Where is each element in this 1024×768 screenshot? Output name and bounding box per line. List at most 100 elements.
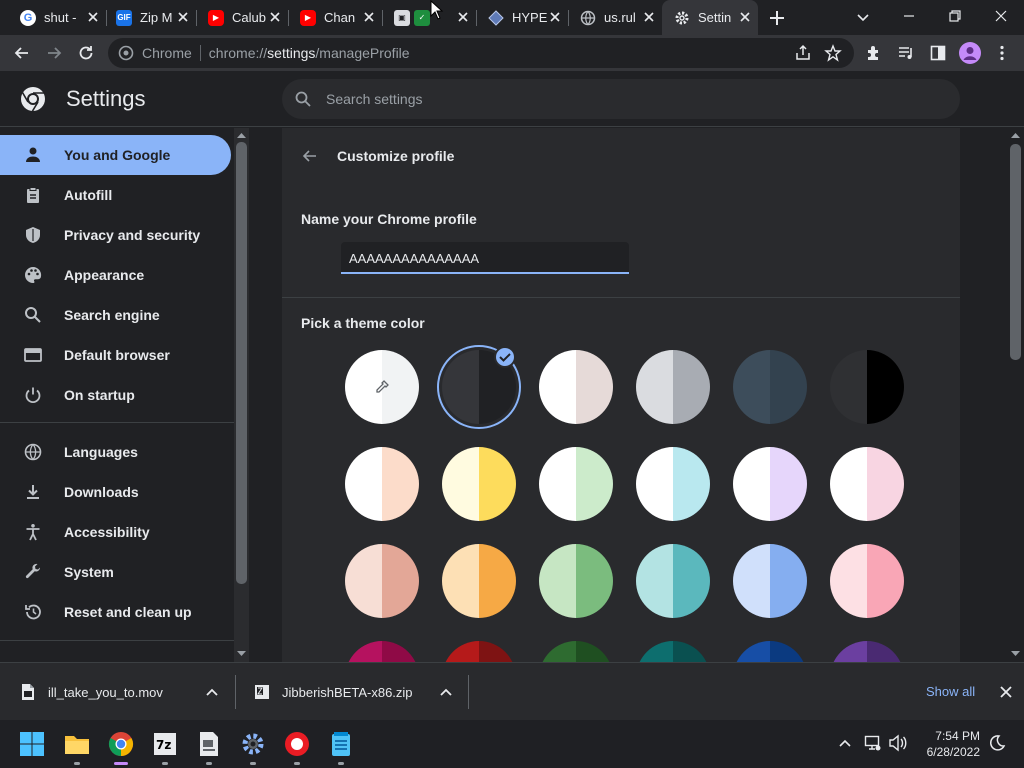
main-scrollbar[interactable] [1008,128,1024,662]
settings-app-button[interactable] [239,730,267,758]
youtube-icon: ▶ [300,9,316,26]
search-icon [295,91,311,107]
swatch-right-half [770,544,807,618]
theme-color-swatch[interactable] [345,544,419,618]
menu-button[interactable] [990,41,1014,65]
theme-color-swatch[interactable] [442,544,516,618]
sidebar-item-default-browser[interactable]: Default browser [0,335,231,375]
sidebar-item-you-and-google[interactable]: You and Google [0,135,231,175]
installer-button[interactable] [195,730,223,758]
page-title: Settings [66,86,146,111]
tab-settings[interactable]: Settin [662,0,758,35]
close-icon[interactable] [86,10,100,24]
sidebar-item-system[interactable]: System [0,552,231,592]
sidebar-item-appearance[interactable]: Appearance [0,255,231,295]
sidebar-item-privacy[interactable]: Privacy and security [0,215,231,255]
custom-color-swatch[interactable] [345,350,419,424]
theme-color-swatch[interactable] [442,447,516,521]
theme-color-swatch[interactable] [830,350,904,424]
sidebar-item-on-startup[interactable]: On startup [0,375,231,415]
theme-color-swatch[interactable] [539,641,613,662]
close-icon[interactable] [548,10,562,24]
theme-color-swatch[interactable] [636,641,710,662]
tab-youtube-calub[interactable]: ▶ Calub [198,0,288,35]
chevron-up-icon[interactable] [439,686,453,698]
share-button[interactable] [794,44,812,65]
tab-google[interactable]: G shut - [10,0,106,35]
tab-youtube-chan[interactable]: ▶ Chan [290,0,382,35]
sidebar-scrollbar[interactable] [234,128,249,662]
theme-color-swatch[interactable] [539,447,613,521]
7zip-button[interactable]: 7z [151,730,179,758]
new-tab-button[interactable] [766,7,788,29]
taskbar-indicator [74,762,80,765]
theme-color-swatch[interactable] [636,350,710,424]
sidebar-item-accessibility[interactable]: Accessibility [0,512,231,552]
sidebar-scroll-thumb[interactable] [236,142,247,584]
tab-hype[interactable]: HYPE [478,0,568,35]
forward-button[interactable] [42,41,66,65]
restore-button[interactable] [932,0,978,32]
close-icon[interactable] [176,10,190,24]
file-explorer-button[interactable] [63,730,91,758]
tab-zip[interactable]: GIF Zip M [108,0,196,35]
close-shelf-button[interactable] [998,684,1014,700]
profile-name-input[interactable]: AAAAAAAAAAAAAAA [341,242,629,274]
address-bar[interactable]: Chrome chrome://settings/manageProfile [108,38,854,68]
side-panel-button[interactable] [926,41,950,65]
reload-button[interactable] [74,41,98,65]
bookmark-button[interactable] [824,44,842,65]
notifications-button[interactable] [988,734,1006,757]
media-button[interactable] [894,41,918,65]
notepad-button[interactable] [327,730,355,758]
sidebar-item-reset[interactable]: Reset and clean up [0,592,231,632]
theme-color-swatch[interactable] [830,447,904,521]
close-icon[interactable] [738,10,752,24]
volume-button[interactable] [888,734,908,757]
clock[interactable]: 7:54 PM 6/28/2022 [916,728,980,760]
theme-color-swatch[interactable] [733,350,807,424]
profile-button[interactable] [958,41,982,65]
theme-color-swatch[interactable] [636,544,710,618]
main-scroll-thumb[interactable] [1010,144,1021,360]
theme-color-swatch[interactable] [442,641,516,662]
theme-color-swatch[interactable] [733,544,807,618]
back-arrow-button[interactable] [300,146,320,166]
theme-color-swatch[interactable] [830,544,904,618]
close-icon[interactable] [642,10,656,24]
theme-color-swatch[interactable] [636,447,710,521]
start-button[interactable] [18,730,46,758]
extensions-button[interactable] [862,41,886,65]
theme-color-swatch[interactable] [733,641,807,662]
tray-overflow-button[interactable] [837,735,853,756]
tab-usrul[interactable]: us.rul [570,0,662,35]
close-icon[interactable] [456,10,470,24]
search-settings-input[interactable]: Search settings [282,79,960,119]
sidebar-item-languages[interactable]: Languages [0,432,231,472]
minimize-button[interactable] [886,0,932,32]
network-button[interactable] [864,734,882,757]
theme-color-swatch[interactable] [539,544,613,618]
download-item[interactable]: ill_take_you_to.mov [0,663,234,721]
sidebar-item-search-engine[interactable]: Search engine [0,295,231,335]
sidebar-item-downloads[interactable]: Downloads [0,472,231,512]
show-all-link[interactable]: Show all [926,684,975,699]
theme-color-swatch[interactable] [539,350,613,424]
theme-color-swatch[interactable] [345,641,419,662]
tab-search-button[interactable] [852,6,874,28]
theme-color-swatch[interactable] [830,641,904,662]
recorder-button[interactable] [283,730,311,758]
arrow-right-icon [48,47,62,59]
back-button[interactable] [10,41,34,65]
theme-color-swatch[interactable] [733,447,807,521]
chevron-up-icon[interactable] [205,686,219,698]
chrome-taskbar-button[interactable] [107,730,135,758]
download-item[interactable]: JibberishBETA-x86.zip [236,663,468,721]
close-icon[interactable] [268,10,282,24]
close-icon[interactable] [362,10,376,24]
theme-color-swatch[interactable] [345,447,419,521]
sidebar-item-autofill[interactable]: Autofill [0,175,231,215]
close-window-button[interactable] [978,0,1024,32]
swatch-right-half [576,350,613,424]
swatch-left-half [733,447,770,521]
